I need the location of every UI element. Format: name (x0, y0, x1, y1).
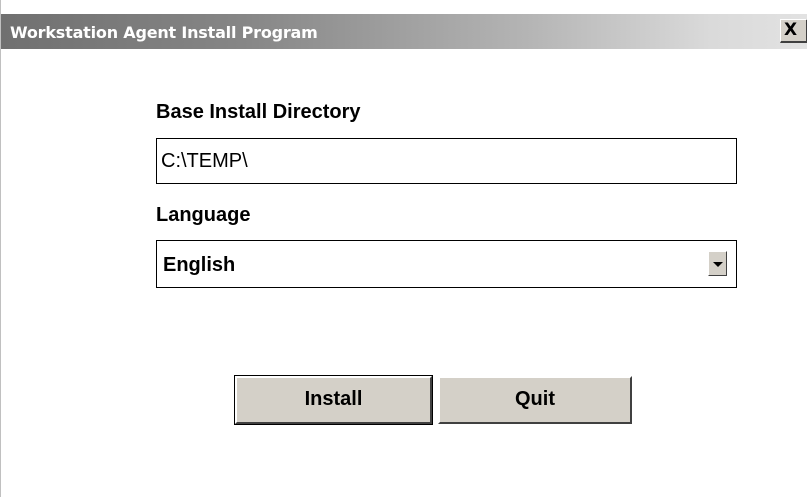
window-title: Workstation Agent Install Program (10, 23, 318, 42)
install-directory-input[interactable]: C:\TEMP\ (156, 138, 737, 184)
chevron-down-icon (713, 262, 723, 267)
close-icon: X (784, 20, 798, 40)
install-dialog: Workstation Agent Install Program X Base… (0, 0, 807, 497)
language-label: Language (156, 204, 251, 226)
quit-button[interactable]: Quit (438, 376, 632, 424)
install-button[interactable]: Install (234, 375, 433, 425)
language-select[interactable]: English (156, 240, 737, 288)
install-directory-value: C:\TEMP\ (161, 150, 248, 172)
language-selected-value: English (163, 254, 236, 276)
close-button[interactable]: X (780, 19, 807, 43)
language-dropdown-button[interactable] (708, 251, 727, 276)
title-bar[interactable]: Workstation Agent Install Program X (1, 14, 807, 49)
base-install-directory-label: Base Install Directory (156, 101, 361, 123)
